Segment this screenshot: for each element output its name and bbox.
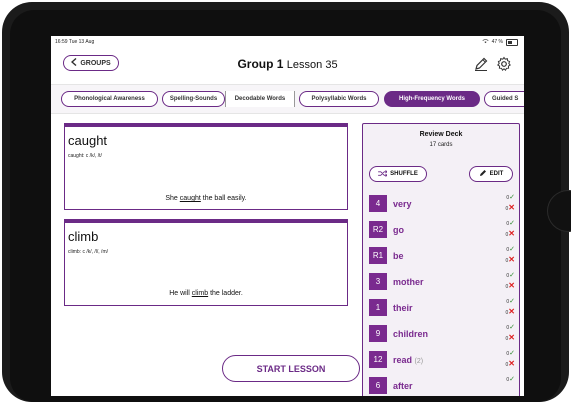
card-phonics: climb: c /k/, /l/, /m/ — [68, 249, 109, 255]
activity-tabs: Phonological Awareness Spelling-Sounds D… — [51, 84, 524, 114]
tab-spelling-sounds[interactable]: Spelling-Sounds — [162, 91, 225, 107]
deck-item[interactable]: 9 children 0✓ 0✕ — [369, 322, 515, 348]
card-word: climb — [68, 229, 99, 244]
check-icon: ✓ — [509, 298, 515, 305]
tab-guided-s[interactable]: Guided S — [484, 91, 524, 107]
deck-card-list: 4 very 0✓ 0✕ R2 go 0✓ 0✕ R1 be 0✓ 0✕ 3 moth… — [369, 192, 515, 396]
check-icon: ✓ — [509, 220, 515, 227]
status-time: 16:59 Tue 13 Aug — [55, 39, 95, 45]
deck-item[interactable]: 12 read (2) 0✓ 0✕ — [369, 348, 515, 374]
check-icon: ✓ — [509, 194, 515, 201]
deck-title: Review Deck — [419, 131, 463, 138]
cross-icon: ✕ — [508, 333, 515, 342]
cross-icon: ✕ — [508, 281, 515, 290]
review-deck-panel: Review Deck 17 cards SHUFFLE EDIT 4 very… — [362, 123, 520, 396]
app-screen: 16:59 Tue 13 Aug 47 % GROUPS Group 1 Les… — [51, 36, 524, 396]
check-icon: ✓ — [509, 350, 515, 357]
top-bar: GROUPS Group 1 Lesson 35 — [51, 47, 524, 85]
card-sentence: He will climb the ladder. — [169, 290, 243, 297]
tab-high-frequency-words[interactable]: High-Frequency Words — [384, 91, 480, 107]
cross-icon: ✕ — [508, 229, 515, 238]
shuffle-icon — [378, 169, 388, 179]
battery-percent: 47 % — [491, 39, 503, 45]
tab-phonological-awareness[interactable]: Phonological Awareness — [61, 91, 158, 107]
gear-icon[interactable] — [496, 56, 512, 72]
deck-item[interactable]: 6 after 0✓ — [369, 374, 515, 396]
deck-count: 17 cards — [429, 142, 453, 148]
card-phonics: caught: c /k/, /t/ — [68, 153, 102, 159]
card-sentence: She caught the ball easily. — [165, 195, 247, 202]
check-icon: ✓ — [509, 324, 515, 331]
deck-item[interactable]: 4 very 0✓ 0✕ — [369, 192, 515, 218]
shuffle-button[interactable]: SHUFFLE — [369, 166, 427, 182]
cross-icon: ✕ — [508, 255, 515, 264]
start-lesson-button[interactable]: START LESSON — [222, 355, 360, 382]
deck-item[interactable]: R2 go 0✓ 0✕ — [369, 218, 515, 244]
edit-deck-button[interactable]: EDIT — [469, 166, 513, 182]
check-icon: ✓ — [509, 272, 515, 279]
status-bar: 16:59 Tue 13 Aug 47 % — [55, 37, 518, 47]
pencil-icon[interactable] — [473, 56, 489, 72]
battery-icon — [506, 38, 518, 46]
pencil-icon — [479, 169, 487, 179]
word-card[interactable]: caught caught: c /k/, /t/ She caught the… — [64, 123, 348, 210]
cross-icon: ✕ — [508, 203, 515, 212]
tab-decodable-words[interactable]: Decodable Words — [225, 91, 295, 107]
deck-item[interactable]: R1 be 0✓ 0✕ — [369, 244, 515, 270]
card-word: caught — [68, 133, 108, 148]
deck-item[interactable]: 1 their 0✓ 0✕ — [369, 296, 515, 322]
tablet-frame: 16:59 Tue 13 Aug 47 % GROUPS Group 1 Les… — [2, 2, 571, 402]
word-card[interactable]: climb climb: c /k/, /l/, /m/ He will cli… — [64, 219, 348, 306]
cross-icon: ✕ — [508, 307, 515, 316]
cross-icon: ✕ — [508, 359, 515, 368]
check-icon: ✓ — [509, 376, 515, 383]
check-icon: ✓ — [509, 246, 515, 253]
page-title: Group 1 Lesson 35 — [237, 57, 338, 71]
tab-polysyllabic-words[interactable]: Polysyllabic Words — [299, 91, 379, 107]
wifi-icon — [482, 38, 489, 46]
deck-item[interactable]: 3 mother 0✓ 0✕ — [369, 270, 515, 296]
